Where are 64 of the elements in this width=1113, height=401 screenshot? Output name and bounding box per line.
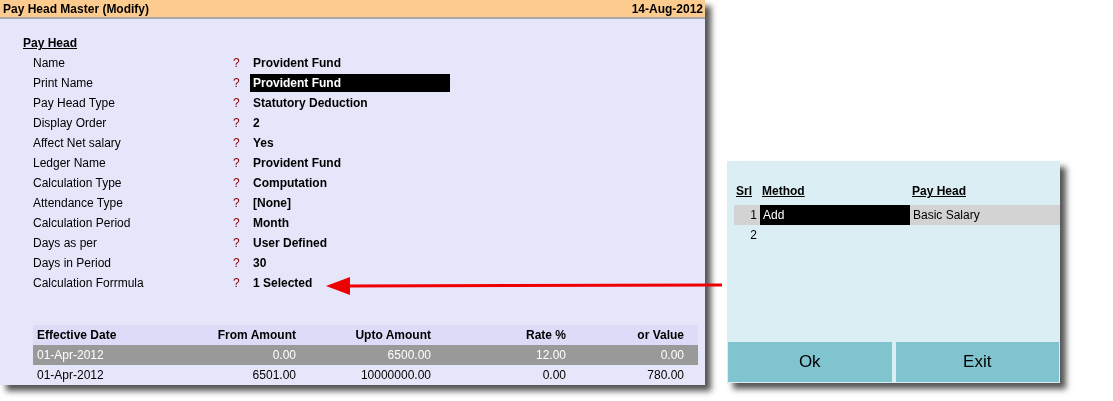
field-value[interactable]: Provident Fund bbox=[250, 54, 344, 72]
field-label: Name bbox=[32, 56, 66, 70]
serial-cell: 1 bbox=[734, 205, 760, 225]
column-header: Srl bbox=[735, 184, 753, 198]
field-label: Display Order bbox=[32, 116, 108, 130]
column-header: or Value bbox=[636, 328, 685, 342]
date-label: 14-Aug-2012 bbox=[631, 1, 703, 16]
field-label: Affect Net salary bbox=[32, 136, 122, 150]
table-cell-text: 6501.00 bbox=[251, 368, 297, 382]
table-cell-text: 0.00 bbox=[271, 348, 297, 362]
table-cell-text: 6500.00 bbox=[386, 348, 432, 362]
table-cell-text: 10000000.00 bbox=[359, 368, 432, 382]
prompt-mark: ? bbox=[233, 216, 241, 230]
table-cell-text: 12.00 bbox=[534, 348, 567, 362]
field-value[interactable]: Month bbox=[250, 214, 292, 232]
field-value[interactable]: User Defined bbox=[250, 234, 331, 252]
field-label: Days as per bbox=[32, 236, 99, 250]
prompt-mark: ? bbox=[233, 56, 241, 70]
field-value[interactable]: 30 bbox=[250, 254, 270, 272]
field-label: Calculation Type bbox=[32, 176, 123, 190]
field-label: Ledger Name bbox=[32, 156, 107, 170]
table-cell-text: 0.00 bbox=[541, 368, 567, 382]
column-header: Upto Amount bbox=[354, 328, 432, 342]
table-cell-text: 01-Apr-2012 bbox=[36, 348, 105, 362]
field-value[interactable]: Computation bbox=[250, 174, 330, 192]
serial-cell-text: 2 bbox=[749, 227, 758, 244]
prompt-mark: ? bbox=[233, 76, 241, 90]
field-value[interactable]: Provident Fund bbox=[250, 74, 450, 92]
field-value[interactable]: 2 bbox=[250, 114, 263, 132]
ok-button[interactable]: Ok bbox=[728, 342, 892, 382]
prompt-mark: ? bbox=[233, 136, 241, 150]
prompt-mark: ? bbox=[233, 116, 241, 130]
prompt-mark: ? bbox=[233, 276, 241, 290]
field-value[interactable]: Yes bbox=[250, 134, 277, 152]
prompt-mark: ? bbox=[233, 156, 241, 170]
field-label: Days in Period bbox=[32, 256, 113, 270]
field-label: Pay Head Type bbox=[32, 96, 116, 110]
window-title: Pay Head Master (Modify) bbox=[3, 1, 150, 16]
prompt-mark: ? bbox=[233, 256, 241, 270]
field-value[interactable]: Provident Fund bbox=[250, 154, 344, 172]
table-cell-text: 0.00 bbox=[659, 348, 685, 362]
table-row[interactable]: 01-Apr-2012 6501.00 10000000.00 0.00 780.00 bbox=[33, 365, 698, 385]
exit-button[interactable]: Exit bbox=[895, 342, 1059, 382]
prompt-mark: ? bbox=[233, 236, 241, 250]
prompt-mark: ? bbox=[233, 196, 241, 210]
column-header: Method bbox=[761, 184, 806, 198]
prompt-mark: ? bbox=[233, 96, 241, 110]
field-label: Attendance Type bbox=[32, 196, 124, 210]
field-label: Calculation Period bbox=[32, 216, 132, 230]
method-cell[interactable]: Add bbox=[760, 205, 910, 225]
field-value[interactable]: 1 Selected bbox=[250, 274, 316, 292]
column-header: Effective Date bbox=[36, 328, 118, 342]
pay-head-cell[interactable]: Basic Salary bbox=[910, 205, 1060, 225]
field-value[interactable]: [None] bbox=[250, 194, 294, 212]
field-label: Print Name bbox=[32, 76, 95, 90]
table-cell-text: 780.00 bbox=[646, 368, 685, 382]
column-header: From Amount bbox=[216, 328, 297, 342]
field-label: Calculation Forrmula bbox=[32, 276, 145, 290]
section-title: Pay Head bbox=[23, 36, 78, 50]
field-value[interactable]: Statutory Deduction bbox=[250, 94, 371, 112]
table-cell-text: 01-Apr-2012 bbox=[36, 368, 105, 382]
prompt-mark: ? bbox=[233, 176, 241, 190]
column-header: Pay Head bbox=[911, 184, 968, 198]
column-header: Rate % bbox=[525, 328, 567, 342]
